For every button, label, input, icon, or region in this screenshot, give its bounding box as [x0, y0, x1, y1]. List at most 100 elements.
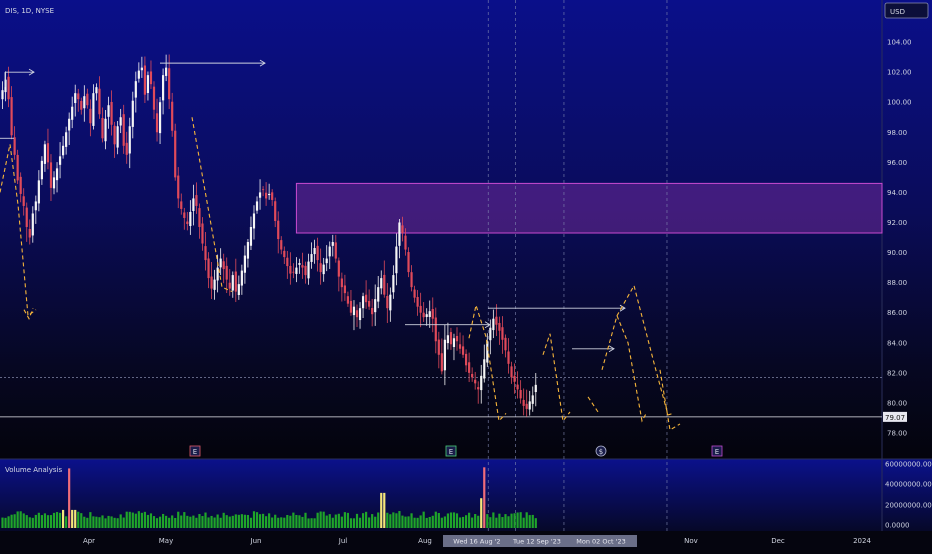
candle-body — [389, 294, 392, 311]
volume-tick-label: 0.0000 — [885, 522, 910, 530]
volume-bar — [52, 512, 56, 528]
volume-tick-label: 20000000.00 — [885, 502, 932, 510]
volume-bar — [255, 512, 259, 528]
candle-body — [219, 258, 222, 268]
candle-body — [201, 223, 204, 244]
candle-body — [425, 314, 428, 317]
candle-body — [495, 316, 498, 325]
volume-bar — [483, 467, 486, 528]
candle-body — [40, 160, 43, 180]
candle-body — [355, 310, 359, 318]
candle-body — [192, 198, 195, 211]
y-tick-label: 84.00 — [887, 339, 907, 347]
y-tick-label: 80.00 — [887, 399, 907, 407]
volume-bar — [134, 513, 137, 528]
candle-body — [328, 246, 331, 257]
supply-zone[interactable] — [295, 182, 883, 234]
candle-body — [222, 261, 225, 270]
candle-body — [443, 339, 446, 371]
candle-body — [528, 401, 531, 410]
candle-body — [392, 275, 395, 293]
candle-body — [225, 265, 228, 280]
event-marker-dividend[interactable]: $ — [595, 445, 607, 457]
candle-body — [319, 263, 322, 273]
volume-bar — [171, 515, 174, 528]
candle-body — [149, 71, 153, 85]
volume-bar — [62, 509, 65, 528]
volume-bar — [122, 517, 125, 528]
candle-body — [346, 296, 350, 304]
volume-bar — [355, 513, 359, 528]
price-chart[interactable]: E E $ E 104.00 102.00 100.00 98.00 96.00 94.00 92… — [0, 0, 932, 550]
candle-body — [525, 403, 528, 409]
candle-body — [89, 108, 92, 124]
candle-body — [410, 272, 413, 288]
event-marker-earnings[interactable]: E — [445, 445, 457, 457]
candle-body — [428, 311, 431, 318]
candle-body — [58, 156, 62, 165]
volume-bar — [58, 512, 62, 528]
candle-body — [237, 284, 240, 296]
candle-body — [77, 93, 80, 100]
volume-bar — [486, 514, 489, 528]
volume-bar — [155, 518, 159, 528]
volume-bar — [137, 511, 140, 528]
candle-body — [437, 339, 440, 355]
volume-bar — [395, 513, 398, 528]
volume-bar — [434, 511, 437, 528]
y-tick-label: 92.00 — [887, 219, 907, 227]
candle-body — [143, 65, 147, 95]
candle-body — [165, 67, 168, 76]
volume-bar — [383, 492, 386, 528]
volume-bar — [277, 517, 280, 528]
candle-body — [286, 257, 289, 267]
volume-bar — [295, 514, 298, 528]
candle-body — [210, 276, 213, 289]
volume-bar — [89, 512, 92, 528]
candle-body — [140, 67, 143, 71]
candle[interactable] — [16, 149, 19, 184]
volume-bar — [310, 518, 313, 528]
candle-body — [104, 118, 107, 142]
candle-body — [464, 353, 468, 366]
volume-bar — [198, 514, 201, 528]
volume-bar — [365, 511, 368, 528]
candle-body — [274, 201, 277, 221]
volume-bar — [240, 514, 243, 528]
candle-body — [119, 117, 122, 126]
candle-body — [80, 100, 83, 110]
volume-bar — [501, 517, 504, 528]
candle-body — [492, 318, 495, 331]
volume-bar — [337, 513, 340, 528]
volume-bar — [265, 516, 268, 528]
currency-button[interactable]: USD — [884, 2, 929, 19]
candle-body — [234, 271, 237, 292]
volume-bar — [407, 516, 410, 528]
volume-bar — [149, 513, 153, 528]
candle-body — [292, 271, 295, 273]
candle-body — [340, 278, 343, 288]
candle-body — [37, 180, 40, 204]
event-marker-earnings[interactable]: E — [189, 445, 201, 457]
event-marker-earnings[interactable]: E — [711, 445, 723, 457]
candle-body — [46, 143, 50, 163]
volume-bar — [74, 509, 77, 528]
date-badge-label: Mon 02 Oct '23 — [576, 538, 625, 546]
volume-bar — [258, 514, 262, 528]
volume-bar — [398, 511, 401, 528]
volume-bar — [31, 517, 34, 528]
candle-body — [304, 265, 307, 276]
volume-bar — [25, 515, 28, 528]
candle-body — [19, 176, 22, 194]
volume-bar — [68, 468, 71, 528]
volume-bar — [437, 513, 440, 528]
volume-bar — [222, 512, 225, 528]
candle-body — [489, 327, 492, 341]
candle-body — [198, 208, 201, 227]
volume-tick-label: 60000000.00 — [885, 461, 932, 469]
volume-bar — [534, 518, 537, 528]
volume-bar — [246, 515, 250, 528]
volume-bar — [107, 515, 110, 528]
candle-body — [371, 307, 374, 315]
candle[interactable] — [174, 123, 177, 181]
